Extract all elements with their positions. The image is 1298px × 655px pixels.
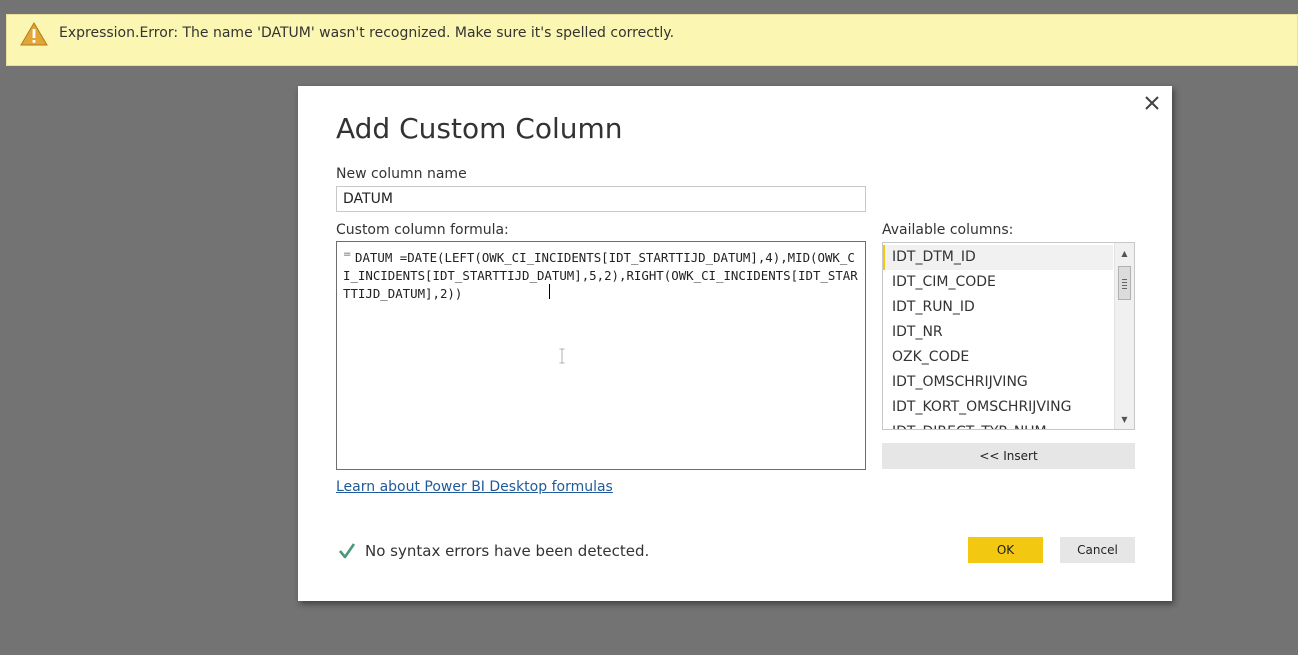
scroll-down-icon[interactable]: ▼ bbox=[1120, 415, 1129, 424]
ibeam-cursor-icon bbox=[559, 348, 565, 364]
cancel-button[interactable]: Cancel bbox=[1060, 537, 1135, 563]
ok-button[interactable]: OK bbox=[968, 537, 1043, 563]
column-item-idt-direct-typ-num[interactable]: IDT_DIRECT_TYP_NUM bbox=[883, 420, 1113, 429]
checkmark-icon bbox=[339, 543, 356, 559]
new-column-name-label: New column name bbox=[336, 166, 467, 182]
close-icon[interactable] bbox=[1143, 94, 1161, 112]
thumb-grip bbox=[1122, 288, 1127, 289]
column-item-idt-run-id[interactable]: IDT_RUN_ID bbox=[883, 295, 1113, 320]
available-columns-label: Available columns: bbox=[882, 222, 1014, 238]
column-item-idt-kort-omschrijving[interactable]: IDT_KORT_OMSCHRIJVING bbox=[883, 395, 1113, 420]
learn-formulas-link[interactable]: Learn about Power BI Desktop formulas bbox=[336, 479, 613, 495]
columns-scrollbar[interactable]: ▲ ▼ bbox=[1114, 243, 1134, 429]
error-notification-bar: Expression.Error: The name 'DATUM' wasn'… bbox=[6, 14, 1298, 66]
warning-icon bbox=[20, 22, 48, 46]
thumb-grip bbox=[1122, 279, 1127, 280]
available-columns-list[interactable]: IDT_DTM_ID IDT_CIM_CODE IDT_RUN_ID IDT_N… bbox=[882, 242, 1135, 430]
dialog-title: Add Custom Column bbox=[336, 112, 623, 145]
scroll-up-icon[interactable]: ▲ bbox=[1120, 249, 1129, 258]
text-caret bbox=[549, 284, 550, 299]
column-item-ozk-code[interactable]: OZK_CODE bbox=[883, 345, 1113, 370]
formula-text[interactable]: DATUM =DATE(LEFT(OWK_CI_INCIDENTS[IDT_ST… bbox=[343, 249, 859, 303]
thumb-grip bbox=[1122, 285, 1127, 286]
scrollbar-thumb[interactable] bbox=[1118, 266, 1131, 300]
thumb-grip bbox=[1122, 282, 1127, 283]
formula-label: Custom column formula: bbox=[336, 222, 509, 238]
column-item-idt-nr[interactable]: IDT_NR bbox=[883, 320, 1113, 345]
add-custom-column-dialog: Add Custom Column New column name Custom… bbox=[298, 86, 1172, 601]
insert-button[interactable]: << Insert bbox=[882, 443, 1135, 469]
column-item-idt-dtm-id[interactable]: IDT_DTM_ID bbox=[883, 245, 1113, 270]
formula-editor[interactable]: = DATUM =DATE(LEFT(OWK_CI_INCIDENTS[IDT_… bbox=[336, 241, 866, 470]
new-column-name-input[interactable] bbox=[336, 186, 866, 212]
column-item-idt-omschrijving[interactable]: IDT_OMSCHRIJVING bbox=[883, 370, 1113, 395]
error-message: Expression.Error: The name 'DATUM' wasn'… bbox=[59, 25, 675, 41]
syntax-status-text: No syntax errors have been detected. bbox=[365, 542, 650, 560]
column-item-idt-cim-code[interactable]: IDT_CIM_CODE bbox=[883, 270, 1113, 295]
